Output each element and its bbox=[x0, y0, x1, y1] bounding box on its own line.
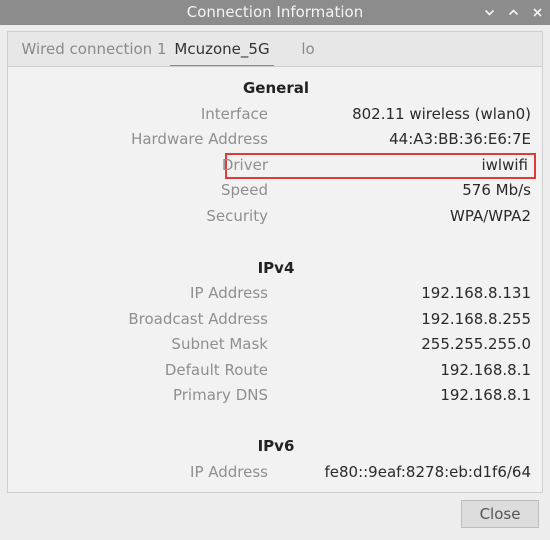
tab-lo[interactable]: lo bbox=[288, 32, 328, 66]
primary-dns-label: Primary DNS bbox=[172, 386, 268, 404]
default-route-value: 192.168.8.1 bbox=[440, 361, 531, 379]
chevron-up-icon[interactable] bbox=[502, 0, 524, 25]
window-title: Connection Information bbox=[186, 3, 364, 21]
driver-label: Driver bbox=[221, 156, 268, 174]
section-title-ipv6: IPv6 bbox=[257, 437, 295, 455]
default-route-label: Default Route bbox=[164, 361, 268, 379]
ipv6-ip-address-label: IP Address bbox=[190, 463, 268, 481]
tab-bar: Wired connection 1 Mcuzone_5G lo bbox=[7, 31, 543, 67]
hardware-address-value: 44:A3:BB:36:E6:7E bbox=[389, 130, 531, 148]
tab-mcuzone-5g[interactable]: Mcuzone_5G bbox=[170, 32, 274, 67]
speed-value: 576 Mb/s bbox=[462, 181, 531, 199]
speed-label: Speed bbox=[220, 181, 268, 199]
interface-value: 802.11 wireless (wlan0) bbox=[352, 105, 531, 123]
broadcast-address-label: Broadcast Address bbox=[128, 310, 268, 328]
tab-wired-connection[interactable]: Wired connection 1 bbox=[18, 32, 170, 66]
ipv6-ip-address-value: fe80::9eaf:8278:eb:d1f6/64 bbox=[324, 463, 531, 481]
connection-details-panel: General Interface 802.11 wireless (wlan0… bbox=[7, 66, 543, 493]
hardware-address-label: Hardware Address bbox=[131, 130, 268, 148]
broadcast-address-value: 192.168.8.255 bbox=[421, 310, 531, 328]
interface-label: Interface bbox=[200, 105, 268, 123]
title-bar[interactable]: Connection Information bbox=[0, 0, 550, 25]
connection-info-window: Connection Information Wired connection … bbox=[0, 0, 550, 540]
close-icon[interactable] bbox=[526, 0, 548, 25]
ipv4-ip-address-label: IP Address bbox=[190, 284, 268, 302]
primary-dns-value: 192.168.8.1 bbox=[440, 386, 531, 404]
section-title-ipv4: IPv4 bbox=[257, 259, 295, 277]
driver-value: iwlwifi bbox=[481, 156, 529, 174]
subnet-mask-value: 255.255.255.0 bbox=[421, 335, 531, 353]
chevron-down-icon[interactable] bbox=[478, 0, 500, 25]
security-value: WPA/WPA2 bbox=[450, 207, 531, 225]
subnet-mask-label: Subnet Mask bbox=[171, 335, 268, 353]
close-button[interactable]: Close bbox=[461, 500, 539, 528]
security-label: Security bbox=[206, 207, 268, 225]
section-title-general: General bbox=[243, 79, 309, 97]
ipv4-ip-address-value: 192.168.8.131 bbox=[421, 284, 531, 302]
